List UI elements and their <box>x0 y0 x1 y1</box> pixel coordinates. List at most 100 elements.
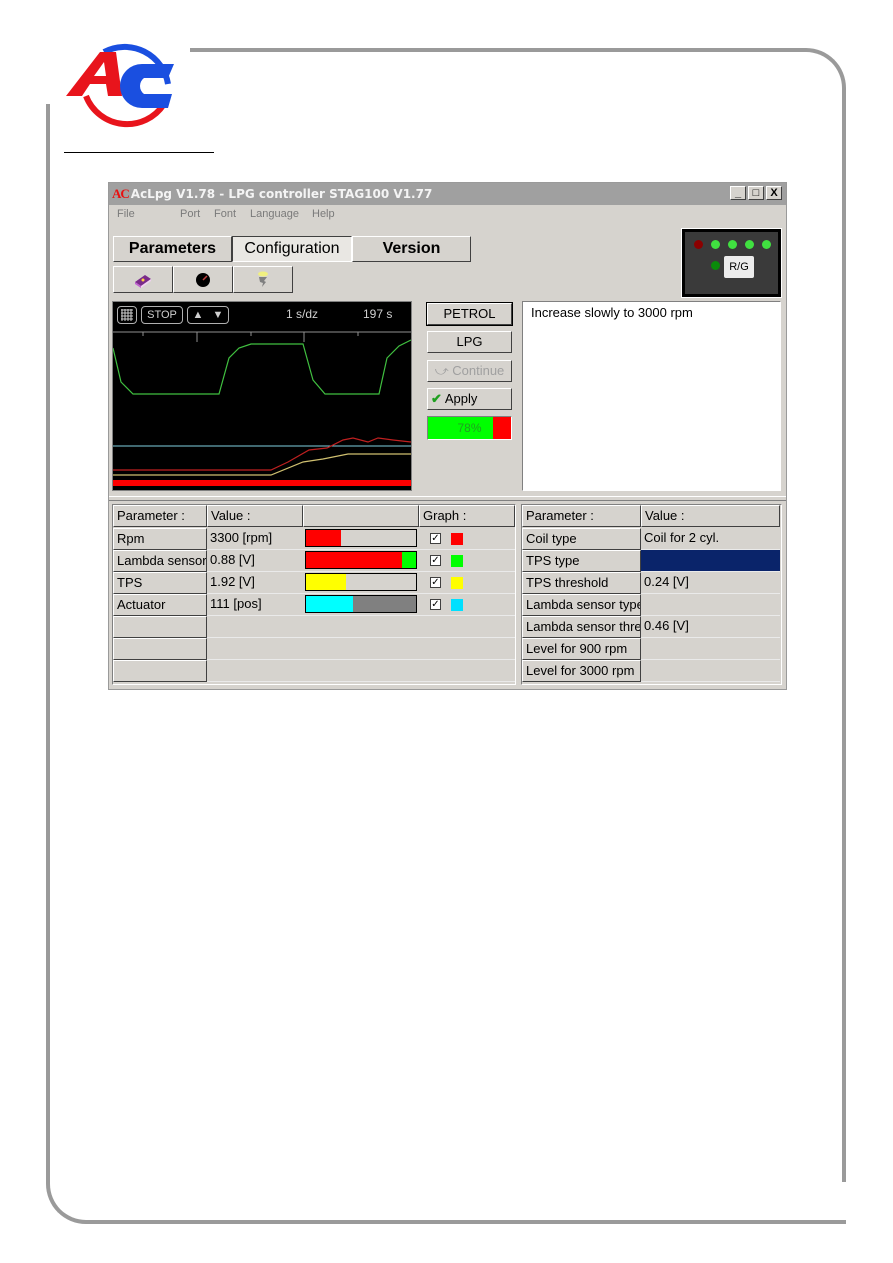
config-value[interactable]: Coil for 2 cyl. <box>641 528 780 550</box>
instruction-text: Increase slowly to 3000 rpm <box>522 301 781 491</box>
parameter-name[interactable] <box>113 638 207 660</box>
column-header[interactable]: Graph : <box>419 505 515 527</box>
value-bar-fill <box>306 574 346 590</box>
column-header[interactable]: Value : <box>641 505 780 527</box>
lamp-icon <box>258 271 268 287</box>
config-value-selected[interactable] <box>641 550 780 572</box>
page-frame-top <box>190 48 800 52</box>
config-value[interactable] <box>641 594 780 616</box>
parameter-value <box>207 660 515 682</box>
continue-label: Continue <box>452 363 505 378</box>
trace-color-swatch[interactable] <box>451 599 463 611</box>
menu-help[interactable]: Help <box>312 208 335 220</box>
page-frame-corner <box>800 48 846 94</box>
value-bar <box>305 529 417 547</box>
scale-up-icon[interactable]: ▲ <box>193 307 204 323</box>
window-title: AcLpg V1.78 - LPG controller STAG100 V1.… <box>130 187 433 201</box>
grid-toggle-button[interactable] <box>117 306 137 324</box>
parameter-value <box>207 616 515 638</box>
scale-down-icon[interactable]: ▼ <box>213 307 224 323</box>
menu-file[interactable]: File <box>117 208 135 220</box>
elapsed-time: 197 s <box>363 307 393 321</box>
scope-plot <box>113 331 411 486</box>
grid-icon <box>121 309 133 321</box>
book-icon <box>135 274 151 288</box>
parameter-name[interactable] <box>113 660 207 682</box>
config-value[interactable] <box>641 660 780 682</box>
config-value[interactable] <box>641 638 780 660</box>
graph-checkbox[interactable]: ✓ <box>430 533 441 544</box>
value-text: 3300 [rpm] <box>210 530 273 545</box>
progress-label: 78% <box>457 421 482 435</box>
config-parameter-name[interactable]: TPS threshold <box>522 572 641 594</box>
petrol-button[interactable]: PETROL <box>426 302 513 326</box>
title-bar: AC AcLpg V1.78 - LPG controller STAG100 … <box>109 183 786 205</box>
tab-version[interactable]: Version <box>352 236 471 262</box>
config-parameter-name[interactable]: Level for 3000 rpm <box>522 660 641 682</box>
apply-button[interactable]: ✔ Apply <box>427 388 512 410</box>
signal-bar <box>113 480 411 486</box>
led-4-indicator <box>762 240 771 249</box>
trace-color-swatch[interactable] <box>451 555 463 567</box>
checkmark-icon: ✔ <box>431 391 442 406</box>
page-frame-right <box>842 92 846 1182</box>
header-underline <box>64 152 214 153</box>
minimize-button[interactable]: _ <box>730 186 746 200</box>
parameter-name[interactable]: Actuator <box>113 594 207 616</box>
column-header[interactable] <box>303 505 419 527</box>
led-red-indicator <box>694 240 703 249</box>
stop-button[interactable]: STOP <box>141 306 183 324</box>
value-text: 0.88 [V] <box>210 552 255 567</box>
config-parameter-name[interactable]: Lambda sensor type <box>522 594 641 616</box>
continue-button[interactable]: ⤻ Continue <box>427 360 512 382</box>
column-header[interactable]: Value : <box>207 505 303 527</box>
config-table: Parameter : Value : Coil type Coil for 2 cy… <box>521 504 782 685</box>
config-parameter-name[interactable]: TPS type <box>522 550 641 572</box>
tab-configuration[interactable]: Configuration <box>232 236 352 262</box>
page-frame-left <box>46 104 50 1174</box>
value-bar-fill <box>306 596 354 612</box>
splitter[interactable] <box>109 496 786 501</box>
led-2-indicator <box>728 240 737 249</box>
led-3-indicator <box>745 240 754 249</box>
close-button[interactable]: X <box>766 186 782 200</box>
config-value[interactable]: 0.46 [V] <box>641 616 780 638</box>
parameter-value <box>207 638 515 660</box>
page-frame-corner <box>46 1172 92 1224</box>
column-header[interactable]: Parameter : <box>113 505 207 527</box>
trace-color-swatch[interactable] <box>451 577 463 589</box>
value-bar <box>305 551 417 569</box>
menu-language[interactable]: Language <box>250 208 299 220</box>
config-value[interactable]: 0.24 [V] <box>641 572 780 594</box>
menu-port[interactable]: Port <box>180 208 200 220</box>
config-parameter-name[interactable]: Level for 900 rpm <box>522 638 641 660</box>
value-bar-fill <box>401 552 416 568</box>
parameter-name[interactable]: Lambda sensor <box>113 550 207 572</box>
parameter-name[interactable] <box>113 616 207 638</box>
status-panel: R/G <box>681 228 782 298</box>
live-parameters-table: Parameter : Value : Graph : Rpm 3300 [rpm] ✓ L… <box>112 504 516 685</box>
graph-checkbox[interactable]: ✓ <box>430 599 441 610</box>
gauge-button[interactable] <box>173 266 233 293</box>
config-parameter-name[interactable]: Coil type <box>522 528 641 550</box>
value-bar <box>305 573 417 591</box>
parameter-name[interactable]: TPS <box>113 572 207 594</box>
maximize-button[interactable]: □ <box>748 186 764 200</box>
column-header[interactable]: Parameter : <box>522 505 641 527</box>
menu-font[interactable]: Font <box>214 208 236 220</box>
lamp-button[interactable] <box>233 266 293 293</box>
lpg-button[interactable]: LPG <box>427 331 512 353</box>
tab-parameters[interactable]: Parameters <box>113 236 232 262</box>
config-parameter-name[interactable]: Lambda sensor threshold <box>522 616 641 638</box>
trace-color-swatch[interactable] <box>451 533 463 545</box>
graph-checkbox[interactable]: ✓ <box>430 577 441 588</box>
book-button[interactable] <box>113 266 173 293</box>
parameter-name[interactable]: Rpm <box>113 528 207 550</box>
app-window: AC AcLpg V1.78 - LPG controller STAG100 … <box>108 182 787 690</box>
led-1-indicator <box>711 240 720 249</box>
apply-label: Apply <box>444 391 478 406</box>
continue-icon: ⤻ <box>434 363 453 378</box>
value-bar-fill <box>306 530 342 546</box>
graph-checkbox[interactable]: ✓ <box>430 555 441 566</box>
rg-button[interactable]: R/G <box>724 256 754 278</box>
